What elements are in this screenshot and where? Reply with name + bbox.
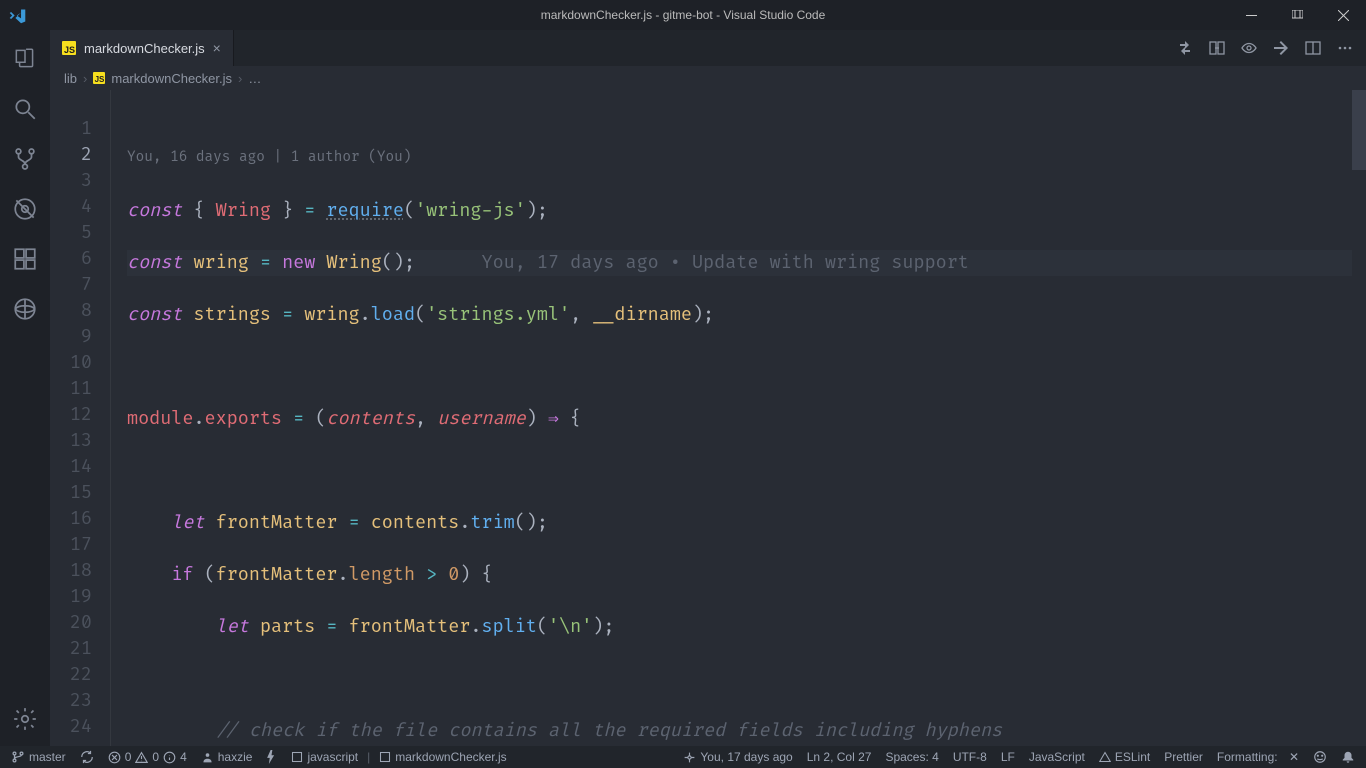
overview-ruler[interactable] xyxy=(1352,90,1366,746)
activity-search[interactable] xyxy=(0,88,50,130)
tab-label: markdownChecker.js xyxy=(84,41,205,56)
status-live-share[interactable]: haxzie xyxy=(194,746,260,768)
tab-close-icon[interactable]: × xyxy=(213,40,221,56)
status-formatting[interactable]: Formatting: ✕ xyxy=(1210,746,1306,768)
tab-markdownchecker[interactable]: JS markdownChecker.js × xyxy=(50,30,234,66)
status-lang-mode[interactable]: javascript xyxy=(284,746,365,768)
status-sync[interactable] xyxy=(73,746,101,768)
vscode-icon xyxy=(0,7,35,24)
breadcrumb-folder[interactable]: lib xyxy=(64,71,77,86)
status-encoding[interactable]: UTF-8 xyxy=(946,746,994,768)
status-lang-server[interactable] xyxy=(259,746,284,768)
line-number-gutter: 1 2 3 4 5 6 7 8 9 10 11 12 13 14 15 16 1… xyxy=(50,90,110,746)
codelens[interactable]: You, 16 days ago | 1 author (You) xyxy=(127,148,1366,172)
activity-live-share[interactable] xyxy=(0,288,50,330)
status-eslint[interactable]: ESLint xyxy=(1092,746,1157,768)
tabs-bar: JS markdownChecker.js × xyxy=(50,30,1366,66)
status-bell-icon[interactable] xyxy=(1334,746,1362,768)
status-eol[interactable]: LF xyxy=(994,746,1022,768)
chevron-right-icon: › xyxy=(238,71,242,86)
compare-icon[interactable] xyxy=(1208,40,1226,56)
chevron-right-icon: › xyxy=(83,71,87,86)
window-maximize[interactable] xyxy=(1274,0,1320,30)
gitlens-toggle-icon[interactable] xyxy=(1176,40,1194,56)
scroll-thumb[interactable] xyxy=(1352,90,1366,170)
status-language[interactable]: JavaScript xyxy=(1022,746,1092,768)
breadcrumb[interactable]: lib › JS markdownChecker.js › … xyxy=(50,66,1366,90)
more-icon[interactable] xyxy=(1336,40,1354,56)
status-feedback-icon[interactable] xyxy=(1306,746,1334,768)
window-minimize[interactable] xyxy=(1228,0,1274,30)
changes-icon[interactable] xyxy=(1272,40,1290,56)
status-branch[interactable]: master xyxy=(4,746,73,768)
status-cursor[interactable]: Ln 2, Col 27 xyxy=(800,746,879,768)
status-prettier[interactable]: Prettier xyxy=(1157,746,1210,768)
status-open-file[interactable]: markdownChecker.js xyxy=(372,746,513,768)
activity-explorer[interactable] xyxy=(0,38,50,80)
js-file-icon: JS xyxy=(93,72,105,84)
window-title: markdownChecker.js - gitme-bot - Visual … xyxy=(0,8,1366,22)
js-file-icon: JS xyxy=(62,41,76,55)
split-editor-icon[interactable] xyxy=(1304,40,1322,56)
activity-bar xyxy=(0,30,50,746)
activity-settings[interactable] xyxy=(0,698,50,740)
window-close[interactable] xyxy=(1320,0,1366,30)
activity-scm[interactable] xyxy=(0,138,50,180)
activity-debug[interactable] xyxy=(0,188,50,230)
activity-extensions[interactable] xyxy=(0,238,50,280)
text-editor[interactable]: 1 2 3 4 5 6 7 8 9 10 11 12 13 14 15 16 1… xyxy=(50,90,1366,746)
code-content[interactable]: You, 16 days ago | 1 author (You) const … xyxy=(110,90,1366,746)
editor-group: JS markdownChecker.js × lib › JS markdow… xyxy=(50,30,1366,746)
window-controls xyxy=(1228,0,1366,30)
reveal-icon[interactable] xyxy=(1240,40,1258,56)
title-bar: markdownChecker.js - gitme-bot - Visual … xyxy=(0,0,1366,30)
breadcrumb-symbol[interactable]: … xyxy=(248,71,261,86)
editor-actions xyxy=(1164,30,1366,66)
breadcrumb-file[interactable]: markdownChecker.js xyxy=(111,71,232,86)
status-problems[interactable]: 0 0 4 xyxy=(101,746,194,768)
status-indent[interactable]: Spaces: 4 xyxy=(878,746,945,768)
status-git-blame[interactable]: You, 17 days ago xyxy=(676,746,799,768)
status-bar: master 0 0 4 haxzie javascript | markdow… xyxy=(0,746,1366,768)
inline-blame: You, 17 days ago • Update with wring sup… xyxy=(482,251,969,274)
